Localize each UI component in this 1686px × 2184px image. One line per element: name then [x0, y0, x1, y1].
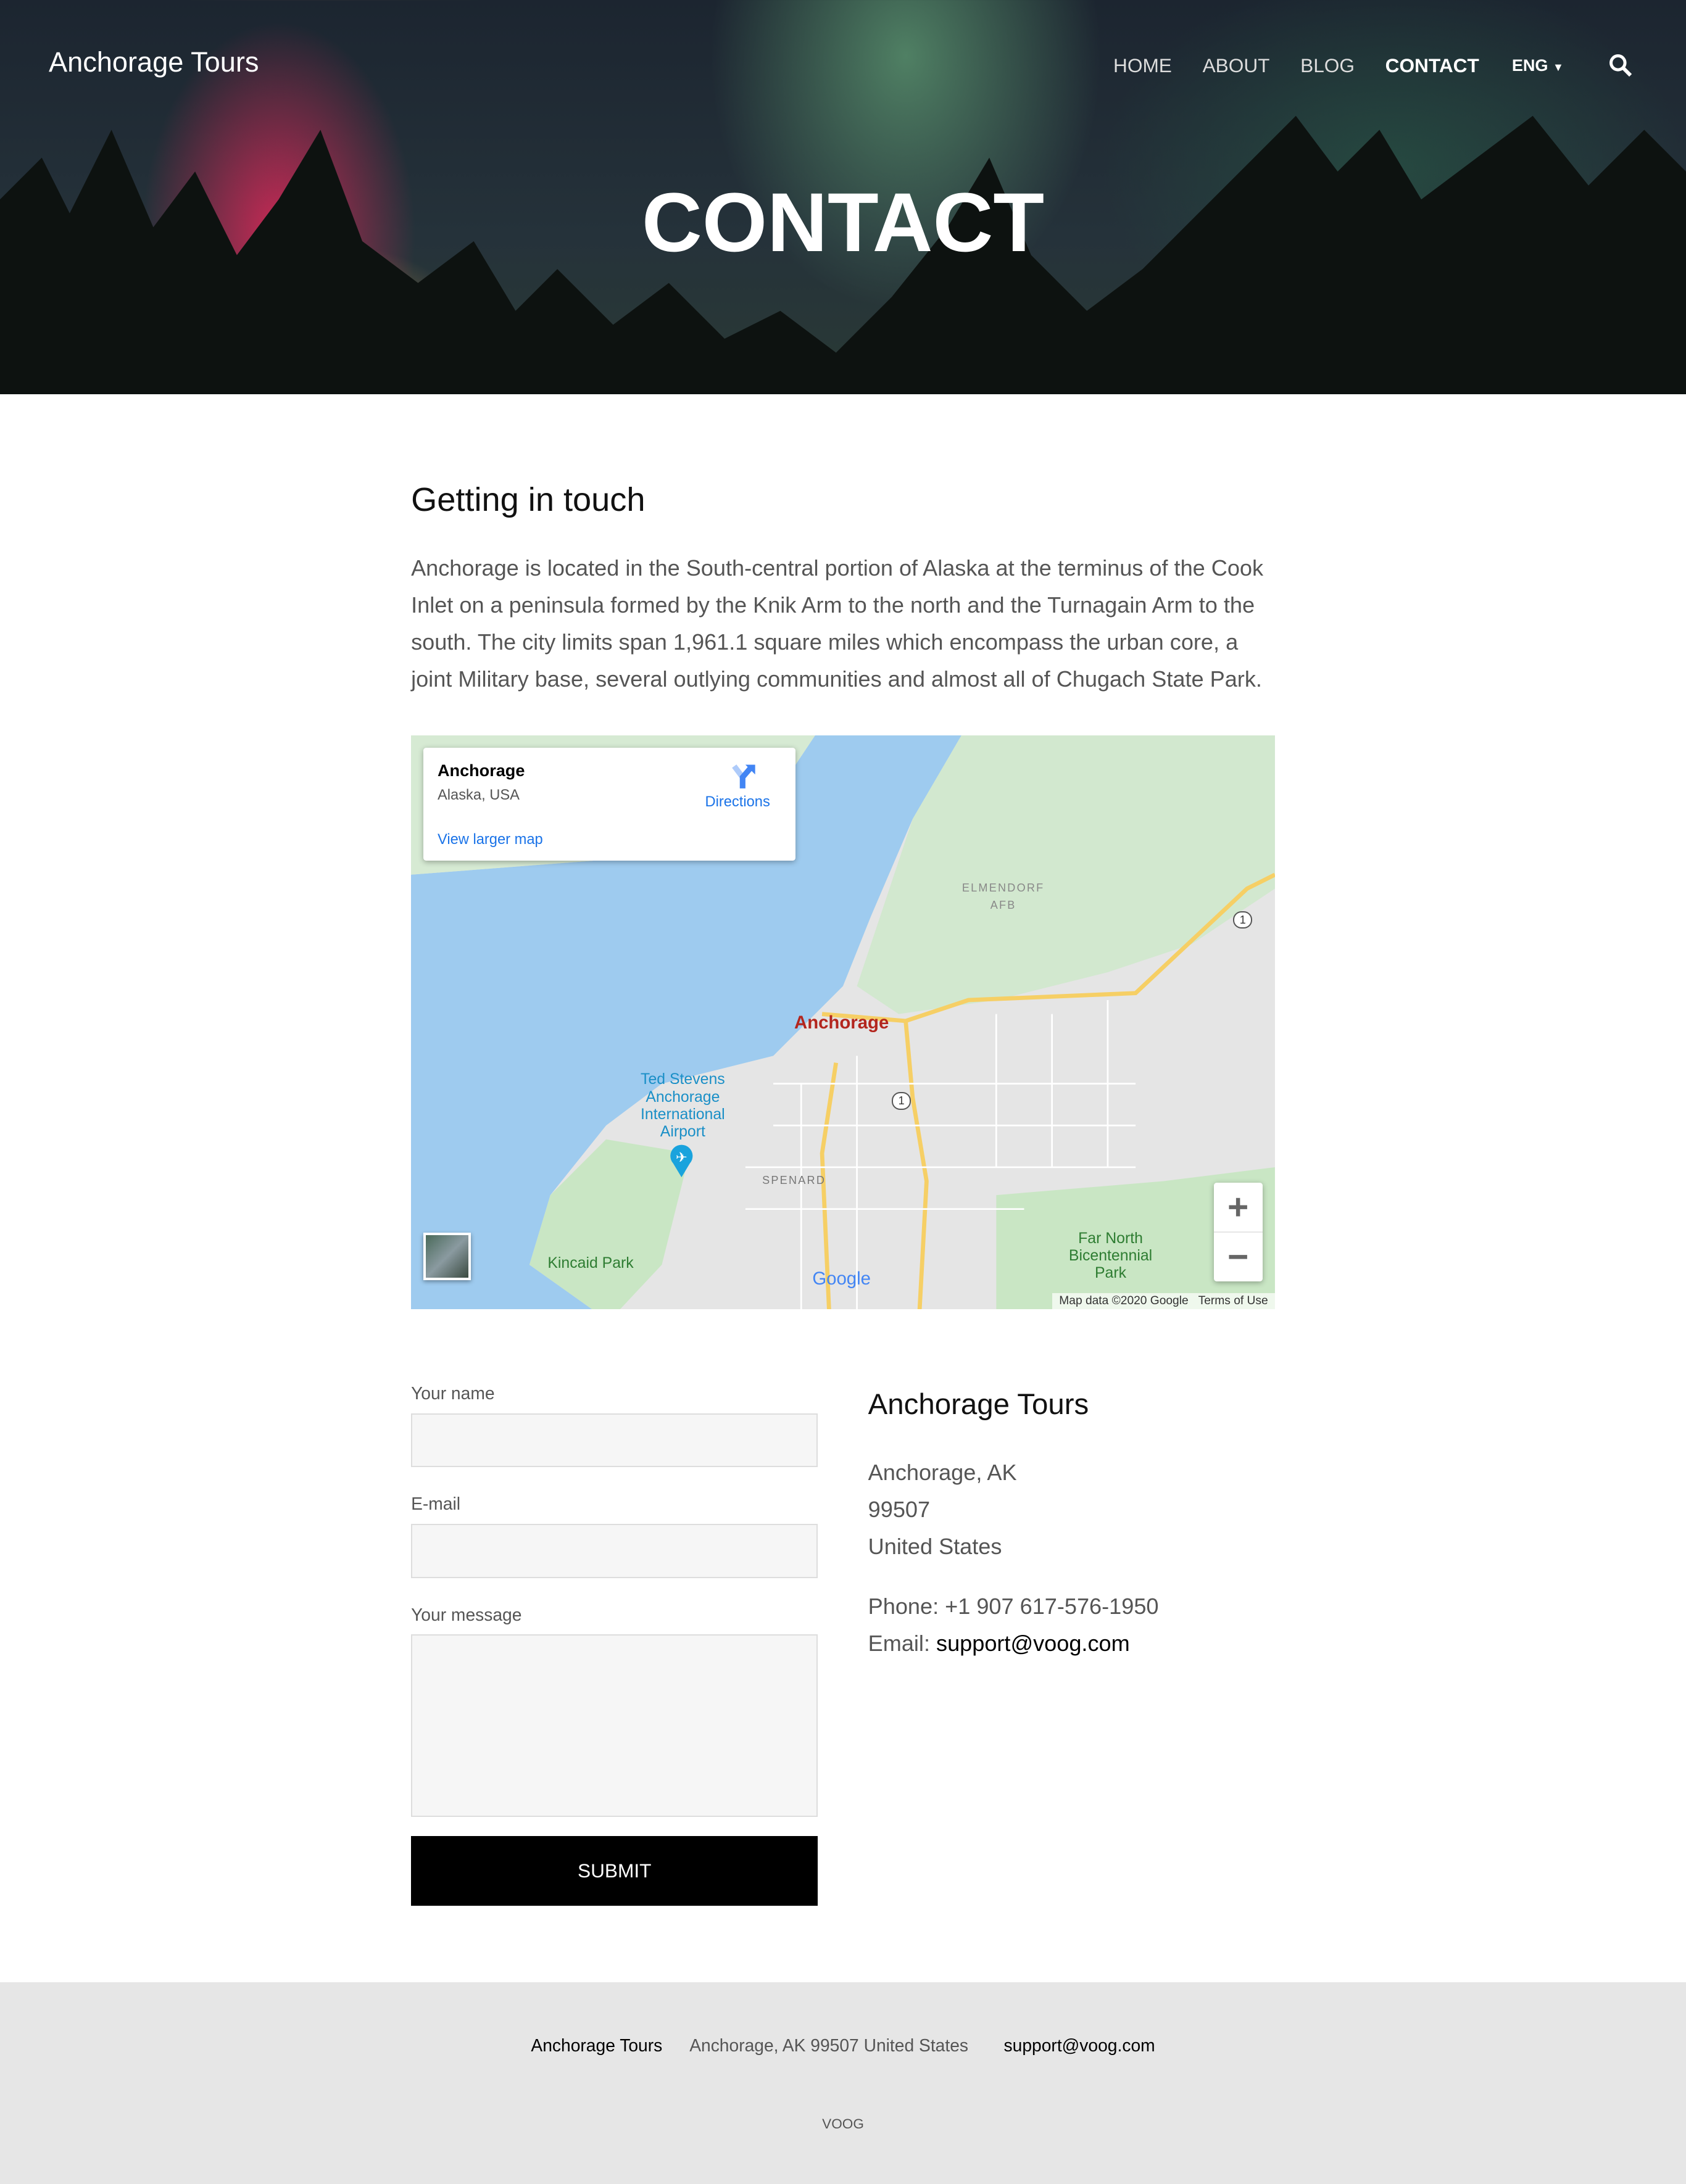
google-logo: Google — [812, 1268, 871, 1289]
footer: Anchorage Tours Anchorage, AK 99507 Unit… — [0, 1982, 1686, 2184]
map-embed[interactable]: Anchorage Alaska, USA Directions View la… — [411, 735, 1275, 1310]
page-title: CONTACT — [641, 175, 1045, 270]
footer-name: Anchorage Tours — [531, 2035, 663, 2055]
footer-email[interactable]: support@voog.com — [1004, 2035, 1155, 2055]
search-icon[interactable] — [1608, 53, 1634, 78]
terms-link[interactable]: Terms of Use — [1198, 1294, 1268, 1307]
address-country: United States — [868, 1534, 1002, 1560]
directions-link[interactable]: Directions — [705, 794, 770, 811]
satellite-thumbnail[interactable] — [423, 1233, 471, 1280]
main-nav: HOME ABOUT BLOG CONTACT — [1113, 54, 1510, 77]
submit-button[interactable]: SUBMIT — [411, 1836, 818, 1906]
zoom-out-button[interactable]: − — [1214, 1233, 1263, 1281]
language-label: ENG — [1511, 56, 1548, 75]
svg-text:✈: ✈ — [676, 1149, 687, 1165]
map-label-far-north[interactable]: Far North Bicentennial Park — [1055, 1230, 1166, 1283]
phone: Phone: +1 907 617-576-1950 — [868, 1593, 1159, 1619]
language-selector[interactable]: ENG ▼ — [1512, 56, 1564, 75]
map-label-city[interactable]: Anchorage — [794, 1013, 889, 1032]
name-label: Your name — [411, 1383, 495, 1404]
email-row: Email: support@voog.com — [868, 1625, 1159, 1662]
voog-logo[interactable]: VOOG — [0, 2116, 1686, 2132]
email-prefix: Email: — [868, 1630, 937, 1656]
map-data-text: Map data ©2020 Google — [1059, 1294, 1189, 1308]
email-link[interactable]: support@voog.com — [936, 1631, 1130, 1656]
nav-about[interactable]: ABOUT — [1203, 54, 1270, 77]
section-heading: Getting in touch — [411, 481, 646, 518]
contact-form: Your name E-mail Your message SUBMIT — [411, 1383, 818, 1906]
caret-down-icon: ▼ — [1553, 61, 1564, 74]
directions-icon[interactable] — [730, 762, 758, 790]
zoom-controls: + − — [1213, 1182, 1263, 1282]
nav-contact[interactable]: CONTACT — [1385, 54, 1479, 77]
site-logo[interactable]: Anchorage Tours — [49, 46, 259, 78]
message-label: Your message — [411, 1604, 522, 1624]
map-label-elmendorf: ELMENDORF AFB — [961, 881, 1045, 911]
airport-pin-icon[interactable]: ✈ — [669, 1144, 694, 1177]
name-input[interactable] — [411, 1413, 818, 1468]
address-zip: 99507 — [868, 1496, 931, 1522]
email-input[interactable] — [411, 1524, 818, 1578]
message-textarea[interactable] — [411, 1634, 818, 1817]
nav-blog[interactable]: BLOG — [1300, 54, 1355, 77]
place-card: Anchorage Alaska, USA Directions View la… — [423, 748, 796, 861]
place-region: Alaska, USA — [437, 787, 520, 803]
route-shield: 1 — [1233, 911, 1253, 929]
main-content: Getting in touch Anchorage is located in… — [411, 394, 1275, 1906]
map-label-airport[interactable]: Ted Stevens Anchorage International Airp… — [627, 1071, 739, 1141]
email-label: E-mail — [411, 1494, 461, 1514]
route-shield: 1 — [892, 1092, 912, 1110]
footer-info: Anchorage Tours Anchorage, AK 99507 Unit… — [0, 2035, 1686, 2056]
contact-info: Anchorage Tours Anchorage, AK 99507 Unit… — [868, 1386, 1159, 1662]
footer-address: Anchorage, AK 99507 United States — [689, 2035, 969, 2055]
hero-banner: Anchorage Tours HOME ABOUT BLOG CONTACT … — [0, 0, 1686, 394]
view-larger-map-link[interactable]: View larger map — [438, 832, 543, 848]
place-name: Anchorage — [437, 760, 525, 780]
map-attribution: Map data ©2020 Google Terms of Use — [1052, 1293, 1275, 1310]
company-name: Anchorage Tours — [868, 1388, 1089, 1421]
address-city: Anchorage, AK — [868, 1459, 1017, 1485]
nav-home[interactable]: HOME — [1113, 54, 1172, 77]
map-label-kincaid[interactable]: Kincaid Park — [547, 1255, 633, 1272]
intro-text: Anchorage is located in the South-centra… — [411, 555, 1264, 692]
zoom-in-button[interactable]: + — [1213, 1183, 1263, 1233]
map-label-spenard: SPENARD — [762, 1173, 826, 1186]
